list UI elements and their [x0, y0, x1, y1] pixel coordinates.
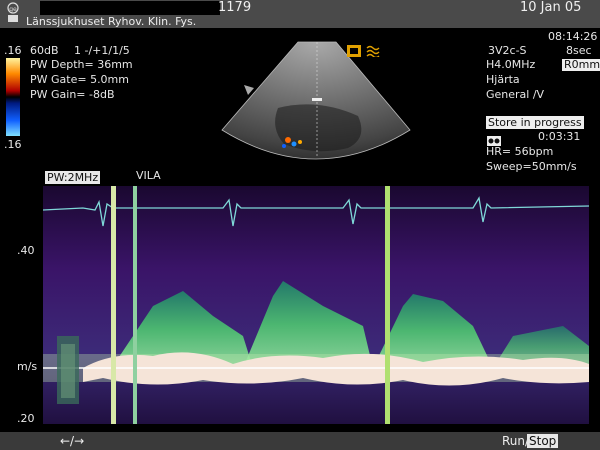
sector-ultrasound-image	[218, 38, 414, 166]
velocity-axis-unit: m/s	[17, 360, 38, 373]
orientation-marker-icon	[244, 80, 254, 95]
scroll-nav-control[interactable]: ←/→	[60, 434, 84, 448]
color-scale-top: .16	[4, 44, 22, 57]
pw-gain: PW Gain= -8dB	[30, 88, 115, 101]
application-name: Hjärta	[486, 73, 520, 86]
dynamic-range: 60dB	[30, 44, 59, 57]
probe-name: 3V2c-S	[488, 44, 527, 57]
color-scale-bottom: .16	[4, 138, 22, 151]
sweep-speed: Sweep=50mm/s	[486, 160, 577, 173]
hospital-name: Länssjukhuset Ryhov. Klin. Fys.	[26, 15, 197, 28]
store-status: Store in progress	[486, 116, 584, 129]
clock-time: 08:14:26	[548, 30, 598, 43]
doppler-label: VILA	[136, 169, 161, 182]
stop-button[interactable]: Stop	[527, 434, 559, 448]
probe-frequency: H4.0MHz	[486, 58, 536, 71]
pw-depth: PW Depth= 36mm	[30, 58, 133, 71]
preset-name: General /V	[486, 88, 545, 101]
patient-id: 1179	[218, 0, 252, 15]
sweep-duration: 8sec	[566, 44, 592, 57]
velocity-axis-bottom: .20	[17, 412, 35, 425]
recording-icon	[487, 131, 501, 146]
pw-mode-tag: PW:2MHz	[45, 171, 101, 184]
patient-name-redaction	[40, 1, 220, 15]
heart-rate: HR= 56bpm	[486, 145, 554, 158]
exam-date: 10 Jan 05	[520, 0, 582, 15]
velocity-axis-top: .40	[17, 244, 35, 257]
ge-logo-icon: ge	[6, 2, 20, 24]
store-elapsed: 0:03:31	[538, 130, 581, 143]
svg-text:ge: ge	[9, 6, 17, 13]
run-button[interactable]: Run/	[502, 434, 529, 448]
imaging-settings: 1 -/+1/1/5	[74, 44, 130, 57]
r0-button[interactable]: R0mm	[562, 59, 600, 71]
freeze-waves-icon	[366, 42, 380, 59]
doppler-spectrum	[42, 186, 590, 424]
pw-gate: PW Gate= 5.0mm	[30, 73, 129, 86]
color-velocity-bar	[6, 58, 20, 136]
probe-indicator-icon	[347, 42, 361, 57]
